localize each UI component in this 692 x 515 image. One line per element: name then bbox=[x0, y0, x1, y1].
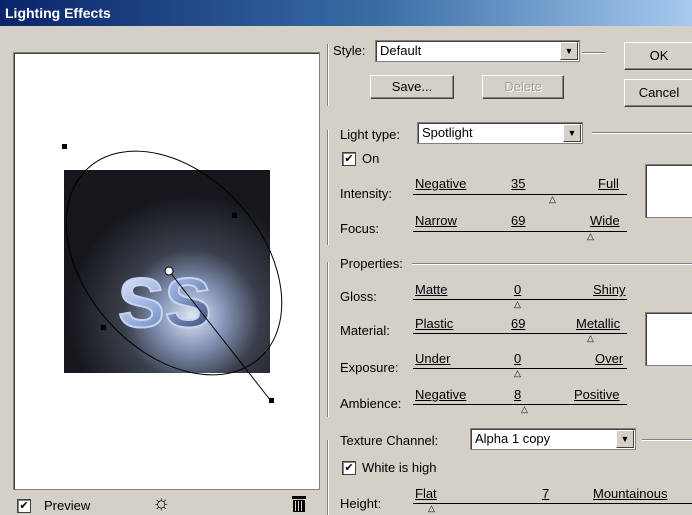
preview-image[interactable]: SS bbox=[14, 53, 319, 489]
height-slider-thumb[interactable]: △ bbox=[428, 504, 435, 513]
chevron-down-icon[interactable]: ▼ bbox=[563, 124, 581, 142]
gloss-max-label: Shiny bbox=[593, 282, 626, 297]
window-title: Lighting Effects bbox=[5, 5, 111, 21]
texture-channel-label: Texture Channel: bbox=[340, 433, 439, 448]
delete-button[interactable]: Delete bbox=[482, 75, 564, 99]
focus-slider-track[interactable] bbox=[413, 231, 627, 232]
preview-checkbox[interactable]: ✔ bbox=[17, 499, 31, 513]
exposure-max-label: Over bbox=[595, 351, 624, 366]
focus-value: 69 bbox=[511, 213, 526, 228]
ambience-slider-thumb[interactable]: △ bbox=[521, 405, 528, 414]
intensity-value: 35 bbox=[511, 176, 526, 191]
intensity-slider-track[interactable] bbox=[413, 194, 627, 195]
focus-label: Focus: bbox=[340, 221, 380, 236]
material-slider-track[interactable] bbox=[413, 333, 627, 334]
light-center-handle[interactable] bbox=[164, 266, 174, 276]
trash-icon[interactable] bbox=[291, 495, 307, 513]
focus-slider-thumb[interactable]: △ bbox=[587, 232, 594, 241]
ambient-color-swatch[interactable] bbox=[645, 312, 692, 366]
ambience-label: Ambience: bbox=[340, 396, 402, 411]
ambience-min-label: Negative bbox=[415, 387, 467, 402]
cancel-button[interactable]: Cancel bbox=[624, 79, 692, 107]
chevron-down-icon[interactable]: ▼ bbox=[560, 42, 578, 60]
intensity-min-label: Negative bbox=[415, 176, 467, 191]
height-max-label: Mountainous bbox=[593, 486, 668, 501]
material-label: Material: bbox=[340, 323, 390, 338]
exposure-value: 0 bbox=[514, 351, 522, 366]
texture-channel-select[interactable]: Alpha 1 copy ▼ bbox=[470, 428, 636, 450]
preview-label: Preview bbox=[44, 498, 91, 513]
properties-label: Properties: bbox=[340, 256, 403, 271]
exposure-slider-thumb[interactable]: △ bbox=[514, 369, 521, 378]
chevron-down-icon[interactable]: ▼ bbox=[616, 430, 634, 448]
title-bar: Lighting Effects bbox=[0, 0, 692, 26]
preview-image-text: SS bbox=[118, 264, 211, 342]
height-slider-track[interactable] bbox=[413, 503, 692, 504]
light-handle-top-right[interactable] bbox=[232, 213, 237, 218]
material-max-label: Metallic bbox=[576, 316, 621, 331]
light-handle-bottom-left[interactable] bbox=[101, 325, 106, 330]
gloss-value: 0 bbox=[514, 282, 522, 297]
height-min-label: Flat bbox=[415, 486, 437, 501]
ambience-slider-track[interactable] bbox=[413, 404, 627, 405]
ambience-max-label: Positive bbox=[574, 387, 620, 402]
ambience-value: 8 bbox=[514, 387, 522, 402]
material-slider-thumb[interactable]: △ bbox=[587, 334, 594, 343]
gloss-label: Gloss: bbox=[340, 289, 377, 304]
white-is-high-label: White is high bbox=[362, 460, 437, 475]
preview-pane[interactable]: SS bbox=[13, 52, 320, 490]
intensity-slider-thumb[interactable]: △ bbox=[549, 195, 556, 204]
ok-button[interactable]: OK bbox=[624, 42, 692, 70]
style-select[interactable]: Default ▼ bbox=[375, 40, 580, 62]
height-label: Height: bbox=[340, 496, 382, 511]
save-button[interactable]: Save... bbox=[370, 75, 454, 99]
style-group-border bbox=[327, 44, 329, 106]
exposure-label: Exposure: bbox=[340, 360, 399, 375]
light-type-label: Light type: bbox=[340, 127, 400, 142]
gloss-min-label: Matte bbox=[415, 282, 448, 297]
style-label: Style: bbox=[333, 43, 366, 58]
height-value: 7 bbox=[542, 486, 550, 501]
white-is-high-checkbox[interactable]: ✔ bbox=[342, 461, 356, 475]
exposure-min-label: Under bbox=[415, 351, 451, 366]
light-handle-bottom-right[interactable] bbox=[269, 398, 274, 403]
light-type-value: Spotlight bbox=[422, 125, 473, 140]
light-color-swatch[interactable] bbox=[645, 164, 692, 218]
gloss-slider-thumb[interactable]: △ bbox=[514, 300, 521, 309]
light-on-label: On bbox=[362, 151, 380, 166]
light-bulb-icon[interactable]: ☼ bbox=[152, 492, 170, 515]
intensity-label: Intensity: bbox=[340, 186, 393, 201]
light-handle-top-left[interactable] bbox=[62, 144, 67, 149]
focus-min-label: Narrow bbox=[415, 213, 457, 228]
focus-max-label: Wide bbox=[590, 213, 620, 228]
light-on-checkbox[interactable]: ✔ bbox=[342, 152, 356, 166]
material-min-label: Plastic bbox=[415, 316, 454, 331]
intensity-max-label: Full bbox=[598, 176, 619, 191]
style-select-value: Default bbox=[380, 43, 422, 58]
texture-channel-value: Alpha 1 copy bbox=[475, 431, 551, 446]
material-value: 69 bbox=[511, 316, 526, 331]
light-type-select[interactable]: Spotlight ▼ bbox=[417, 122, 583, 144]
